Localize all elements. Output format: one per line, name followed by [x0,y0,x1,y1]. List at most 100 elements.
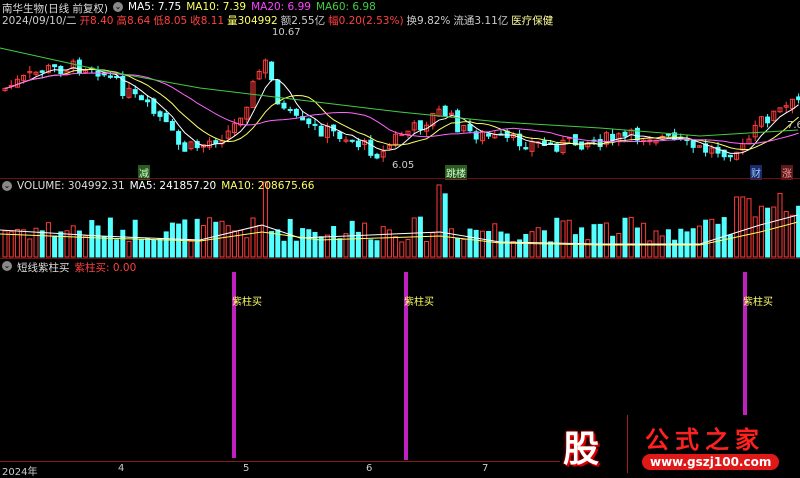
volume-bar [45,222,51,258]
candle [665,133,671,136]
volume-bar [145,237,151,258]
axis-label: 6 [366,463,373,474]
axis-label: 2024年 [2,467,38,478]
low-price-label: 6.05 [392,160,415,171]
candle [622,131,628,137]
volume-bar [411,217,417,258]
volume-bar [424,241,430,258]
indicator-header: ⌄ 短线紫柱买 紫柱买: 0.00 [2,260,136,275]
volume-bar [343,233,349,258]
volume-bar [399,241,405,258]
volume-bar [554,217,560,258]
candle [455,110,461,133]
volume-bar [21,229,27,258]
candle [312,123,318,126]
volume-bar [238,229,244,258]
volume-bar [498,231,504,258]
candle [765,116,771,124]
logo-glyph: 股 [563,429,600,470]
indicator-signal: 紫柱买: 0.00 [74,262,137,274]
volume-bar [250,217,256,258]
volume-bar [690,228,696,258]
buy-signal-label: 紫柱买 [404,297,434,308]
volume-bar [225,225,231,258]
volume-bar [405,239,411,258]
dropdown-icon[interactable]: ⌄ [2,181,12,191]
candle [486,133,492,137]
candle [132,89,138,95]
logo-url[interactable]: www.gszj100.com [642,454,780,470]
volume-bar [8,231,14,258]
candle [107,75,113,78]
volume-bar [603,222,609,258]
volume-bar [579,227,585,258]
high-price-label: 10.67 [272,27,301,38]
volume-bar [473,229,479,258]
volume-bar [777,192,783,258]
volume-bar [585,239,591,258]
candle [374,153,380,159]
volume-bar [647,240,653,258]
volume-bar [70,225,76,258]
volume-bar [752,216,758,258]
volume-bar [740,196,746,258]
volume-bar [703,219,709,258]
candle [349,139,355,142]
volume-bar [479,230,485,258]
volume-bar [52,235,58,258]
volume-bar [27,238,33,258]
volume-bar [324,234,330,258]
candle [281,102,287,109]
price-chart[interactable] [0,0,800,477]
volume-bar [213,221,219,258]
candle [138,95,144,101]
volume-bar [566,219,572,258]
volume-bar [331,226,337,258]
volume-bar [796,205,800,258]
candle [634,127,640,141]
volume-bar [709,218,715,258]
volume-bar [231,230,237,258]
volume-bar [504,233,510,258]
candle [293,108,299,116]
volume-bar [591,224,597,258]
panel-divider [0,258,800,259]
volume-bar [95,225,101,258]
volume-bar [14,229,20,258]
panel-divider [0,178,800,179]
volume-bar [380,226,386,258]
volume-bar [89,220,95,258]
volume-bar [138,239,144,258]
dropdown-icon[interactable]: ⌄ [2,261,12,271]
volume-bar [126,240,132,258]
candle [287,108,293,111]
candle [114,75,120,78]
candle [182,142,188,152]
ma60-line [0,47,799,137]
volume-bar [107,217,113,258]
candle [163,112,169,123]
volume-bar [610,235,616,258]
candle [523,147,529,150]
volume-bar [157,238,163,258]
buy-signal-label: 紫柱买 [743,297,773,308]
candle [169,120,175,131]
volume-bar [461,238,467,258]
volume-bar [734,196,740,258]
axis-label: 7 [482,463,489,474]
moving-average-line [4,67,799,154]
volume-bar [262,181,268,258]
volume-bar [510,241,516,258]
time-axis-line [0,461,560,462]
candle [213,140,219,145]
candle [796,96,800,101]
buy-signal-label: 紫柱买 [232,297,262,308]
candle [157,111,163,117]
volume-bar [523,233,529,258]
volume-bar [151,239,157,258]
volume-header: ⌄ VOLUME: 304992.31 MA5: 241857.20 MA10:… [2,180,314,192]
volume-bar [628,216,634,258]
volume-bar [393,236,399,258]
volume-bar [269,231,275,258]
candle [467,123,473,132]
